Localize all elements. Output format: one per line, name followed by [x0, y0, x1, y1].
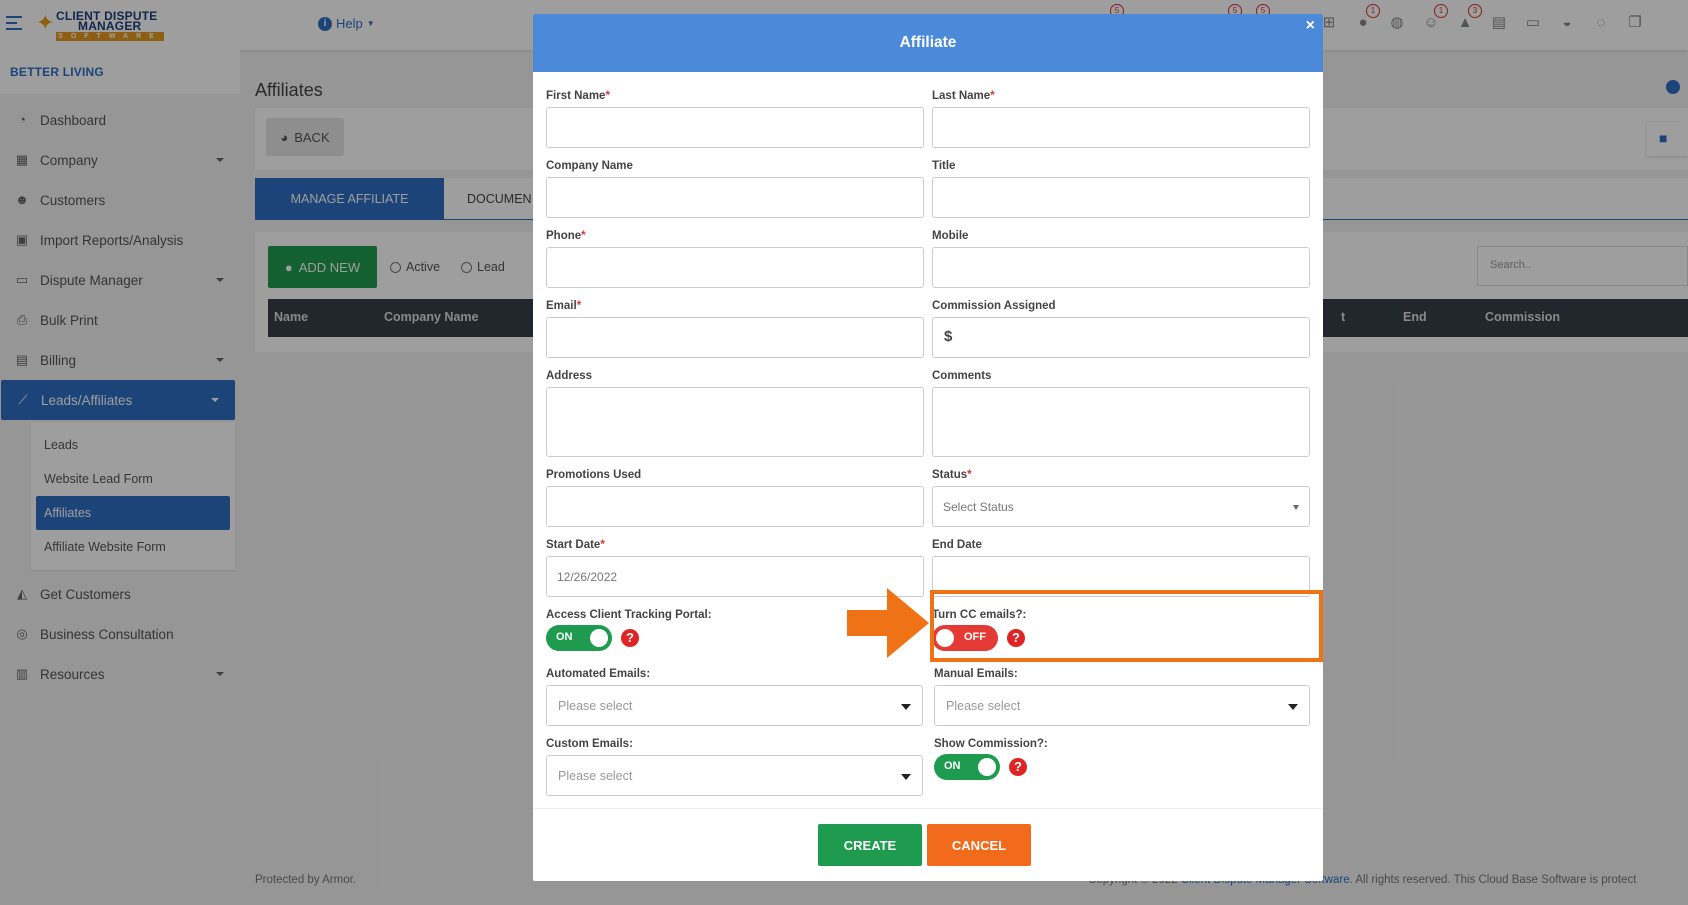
company-name-input[interactable] [546, 177, 924, 218]
highlight-box [930, 590, 1323, 662]
phone-label: Phone* [546, 230, 586, 242]
chevron-down-icon [901, 774, 911, 780]
automated-emails-label: Automated Emails: [546, 668, 651, 680]
promotions-input[interactable] [546, 486, 924, 527]
email-input[interactable] [546, 317, 924, 358]
phone-input[interactable] [546, 247, 924, 288]
first-name-input[interactable] [546, 107, 924, 148]
access-portal-toggle[interactable]: ON [546, 625, 612, 651]
chevron-down-icon [1288, 704, 1298, 710]
commission-input[interactable]: $ [932, 317, 1310, 358]
comments-label: Comments [932, 370, 992, 382]
mobile-input[interactable] [932, 247, 1310, 288]
start-date-label: Start Date* [546, 539, 605, 551]
address-label: Address [546, 370, 593, 382]
manual-emails-select[interactable]: Please select [934, 685, 1310, 726]
mobile-label: Mobile [932, 230, 969, 242]
company-name-label: Company Name [546, 160, 633, 172]
address-textarea[interactable] [546, 387, 924, 457]
show-commission-toggle[interactable]: ON [934, 754, 1000, 780]
access-portal-label: Access Client Tracking Portal: [546, 609, 712, 621]
show-commission-label: Show Commission?: [934, 738, 1048, 750]
email-label: Email* [546, 300, 582, 312]
affiliate-modal: Affiliate × First Name* Last Name* Compa… [533, 14, 1323, 881]
modal-title: Affiliate [899, 34, 957, 51]
modal-header: Affiliate × [533, 14, 1323, 72]
automated-emails-select[interactable]: Please select [546, 685, 923, 726]
dollar-prefix: $ [944, 328, 953, 345]
promotions-used-label: Promotions Used [546, 469, 642, 481]
chevron-down-icon [1293, 505, 1299, 510]
first-name-label: First Name* [546, 90, 610, 102]
last-name-input[interactable] [932, 107, 1310, 148]
comments-textarea[interactable] [932, 387, 1310, 457]
modal-footer-divider [533, 808, 1323, 809]
commission-assigned-label: Commission Assigned [932, 300, 1056, 312]
manual-emails-label: Manual Emails: [934, 668, 1018, 680]
title-label: Title [932, 160, 956, 172]
create-button[interactable]: CREATE [818, 824, 922, 866]
chevron-down-icon [901, 704, 911, 710]
highlight-arrow-icon [847, 588, 929, 658]
help-question-icon[interactable]: ? [1009, 758, 1027, 776]
title-input[interactable] [932, 177, 1310, 218]
custom-emails-label: Custom Emails: [546, 738, 633, 750]
custom-emails-select[interactable]: Please select [546, 755, 923, 796]
last-name-label: Last Name* [932, 90, 995, 102]
end-date-label: End Date [932, 539, 982, 551]
status-select[interactable]: Select Status [932, 486, 1310, 527]
close-icon[interactable]: × [1306, 18, 1315, 34]
help-question-icon[interactable]: ? [621, 629, 639, 647]
status-label: Status* [932, 469, 972, 481]
cancel-button[interactable]: CANCEL [927, 824, 1031, 866]
